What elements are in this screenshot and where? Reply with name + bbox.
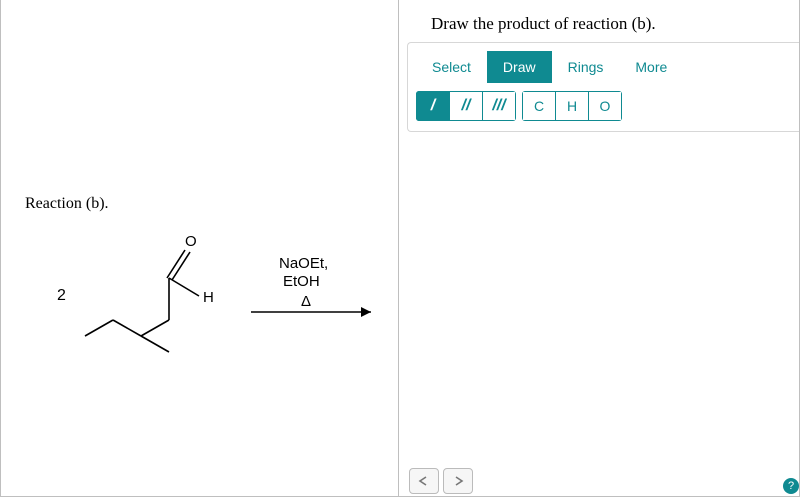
atom-o-button[interactable]: O bbox=[588, 91, 622, 121]
tab-row: Select Draw Rings More bbox=[416, 51, 791, 83]
redo-button[interactable] bbox=[443, 468, 473, 494]
tab-more[interactable]: More bbox=[619, 51, 683, 83]
tool-row: / // /// C H O bbox=[416, 91, 791, 121]
editor-toolbar: Select Draw Rings More / // /// C H O bbox=[407, 42, 799, 132]
triple-bond-button[interactable]: /// bbox=[482, 91, 516, 121]
atom-h-button[interactable]: H bbox=[555, 91, 589, 121]
coefficient-text: 2 bbox=[57, 287, 66, 304]
right-pane: Draw the product of reaction (b). Select… bbox=[399, 0, 799, 496]
atom-group: C H O bbox=[522, 91, 622, 121]
nav-group bbox=[409, 468, 473, 494]
undo-icon bbox=[417, 475, 431, 487]
prompt-text: Draw the product of reaction (b). bbox=[431, 14, 656, 34]
help-button[interactable]: ? bbox=[783, 478, 799, 494]
single-bond-icon: / bbox=[431, 97, 435, 115]
reagent-delta: Δ bbox=[301, 293, 311, 310]
tab-select[interactable]: Select bbox=[416, 51, 487, 83]
help-icon: ? bbox=[788, 480, 794, 492]
question-container: Reaction (b). 2 O H bbox=[0, 0, 800, 497]
undo-button[interactable] bbox=[409, 468, 439, 494]
double-bond-icon: // bbox=[462, 97, 471, 115]
molecule-skeleton bbox=[85, 250, 199, 352]
reaction-scheme: 2 O H bbox=[21, 220, 381, 390]
reaction-label: Reaction (b). bbox=[25, 195, 109, 213]
atom-o-label: O bbox=[185, 233, 197, 250]
reagent-line2: EtOH bbox=[283, 273, 320, 290]
left-pane: Reaction (b). 2 O H bbox=[1, 0, 399, 496]
bond-group: / // /// bbox=[416, 91, 516, 121]
triple-bond-icon: /// bbox=[492, 97, 505, 115]
reagent-line1: NaOEt, bbox=[279, 255, 328, 272]
single-bond-button[interactable]: / bbox=[416, 91, 450, 121]
tab-rings[interactable]: Rings bbox=[552, 51, 620, 83]
atom-h-label: H bbox=[203, 289, 214, 306]
tab-draw[interactable]: Draw bbox=[487, 51, 552, 83]
redo-icon bbox=[451, 475, 465, 487]
double-bond-button[interactable]: // bbox=[449, 91, 483, 121]
atom-c-button[interactable]: C bbox=[522, 91, 556, 121]
